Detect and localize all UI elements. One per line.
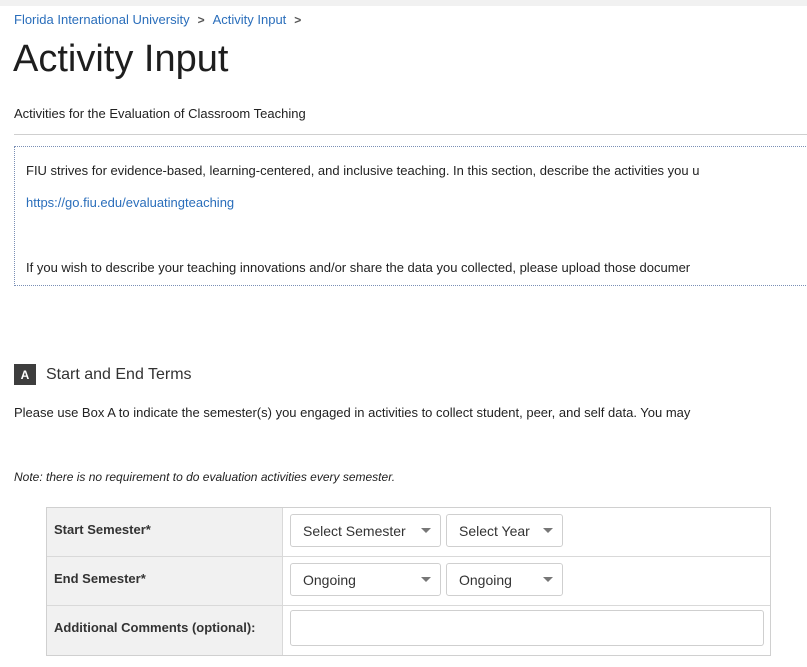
start-semester-row: Start Semester* Select Semester Select Y… xyxy=(47,508,770,557)
info-text-intro: FIU strives for evidence-based, learning… xyxy=(26,163,700,178)
end-semester-value: Ongoing xyxy=(303,571,356,588)
chevron-down-icon xyxy=(543,577,553,582)
end-semester-row: End Semester* Ongoing Ongoing xyxy=(47,557,770,606)
page: Florida International University > Activ… xyxy=(0,0,807,667)
start-semester-value: Select Semester xyxy=(303,522,406,539)
breadcrumb-separator-icon: > xyxy=(294,12,302,27)
start-year-value: Select Year xyxy=(459,522,530,539)
page-title: Activity Input xyxy=(13,38,229,80)
start-semester-select[interactable]: Select Semester xyxy=(290,514,441,547)
breadcrumb: Florida International University > Activ… xyxy=(14,12,309,27)
divider xyxy=(14,134,807,135)
section-note: Note: there is no requirement to do eval… xyxy=(14,470,396,484)
section-instructions: Please use Box A to indicate the semeste… xyxy=(14,405,691,420)
comments-input[interactable] xyxy=(290,610,764,646)
chevron-down-icon xyxy=(421,528,431,533)
info-text-upload: If you wish to describe your teaching in… xyxy=(26,260,691,275)
end-year-value: Ongoing xyxy=(459,571,512,588)
evaluating-teaching-link[interactable]: https://go.fiu.edu/evaluatingteaching xyxy=(26,195,234,210)
page-subtitle: Activities for the Evaluation of Classro… xyxy=(14,106,306,121)
chevron-down-icon xyxy=(543,528,553,533)
breadcrumb-separator-icon: > xyxy=(197,12,205,27)
section-badge: A xyxy=(14,364,36,385)
breadcrumb-item-activity-input[interactable]: Activity Input xyxy=(213,12,287,27)
comments-row: Additional Comments (optional): xyxy=(47,606,770,655)
end-semester-select[interactable]: Ongoing xyxy=(290,563,441,596)
top-bar xyxy=(0,0,807,6)
section-title: Start and End Terms xyxy=(46,365,192,383)
start-year-select[interactable]: Select Year xyxy=(446,514,563,547)
breadcrumb-item-university[interactable]: Florida International University xyxy=(14,12,190,27)
section-a-header: A Start and End Terms xyxy=(14,364,192,385)
end-year-select[interactable]: Ongoing xyxy=(446,563,563,596)
end-semester-label: End Semester* xyxy=(47,557,283,605)
start-semester-label: Start Semester* xyxy=(47,508,283,556)
comments-label: Additional Comments (optional): xyxy=(47,606,283,655)
info-box: FIU strives for evidence-based, learning… xyxy=(14,146,807,286)
chevron-down-icon xyxy=(421,577,431,582)
terms-form: Start Semester* Select Semester Select Y… xyxy=(46,507,771,656)
